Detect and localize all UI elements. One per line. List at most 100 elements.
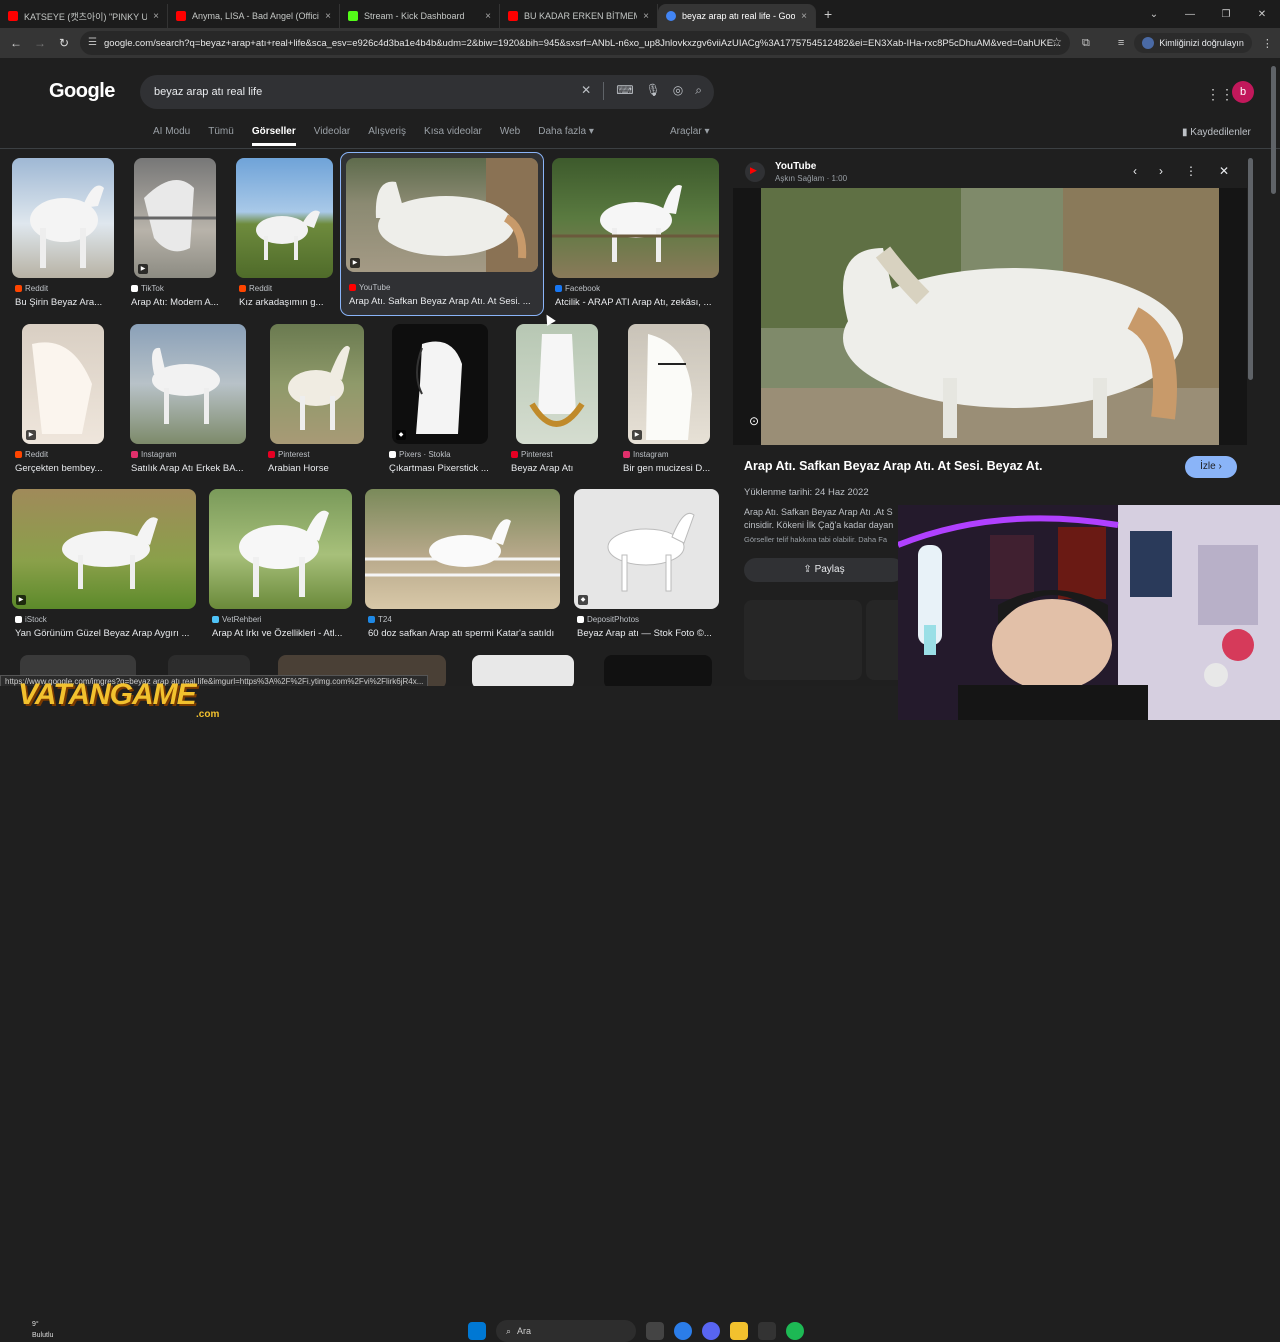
app-icon[interactable] bbox=[758, 1322, 776, 1340]
maximize-icon[interactable]: ❐ bbox=[1208, 9, 1244, 20]
preview-image[interactable] bbox=[733, 188, 1247, 445]
site-info-icon[interactable]: ☰ bbox=[88, 37, 100, 49]
taskbar-search[interactable]: ⌕ Ara bbox=[496, 1320, 636, 1342]
search-input[interactable]: beyaz arap atı real life bbox=[154, 86, 262, 98]
file-explorer-icon[interactable] bbox=[730, 1322, 748, 1340]
result-thumbnail[interactable]: ▶ bbox=[22, 324, 104, 444]
result-thumbnail[interactable] bbox=[270, 324, 364, 444]
share-button[interactable]: ⇪ Paylaş bbox=[744, 558, 904, 582]
related-card[interactable] bbox=[744, 600, 862, 680]
reload-icon[interactable]: ↻ bbox=[52, 36, 76, 50]
windows-start-icon[interactable] bbox=[468, 1322, 486, 1340]
tab-all[interactable]: Tümü bbox=[208, 126, 234, 146]
preview-scrollbar[interactable] bbox=[1248, 158, 1253, 380]
image-result[interactable]: Instagram Satılık Arap Atı Erkek BA... bbox=[128, 324, 248, 476]
result-thumbnail[interactable] bbox=[236, 158, 333, 278]
clear-icon[interactable]: ✕ bbox=[581, 83, 591, 100]
visit-button[interactable]: İzle › bbox=[1185, 456, 1237, 478]
result-thumbnail[interactable]: ▶ bbox=[346, 158, 538, 272]
result-title[interactable]: Kız arkadaşımın g... bbox=[239, 297, 335, 308]
result-thumbnail[interactable] bbox=[12, 158, 114, 278]
result-thumbnail[interactable]: ◆ bbox=[574, 489, 719, 609]
result-title[interactable]: Çıkartması Pixerstick ... bbox=[389, 463, 493, 474]
chrome-icon[interactable] bbox=[674, 1322, 692, 1340]
tab-ai-mode[interactable]: AI Modu bbox=[153, 126, 190, 146]
image-result[interactable]: ◆ DepositPhotos Beyaz Arap atı — Stok Fo… bbox=[574, 489, 720, 641]
browser-tab-active[interactable]: beyaz arap atı real life - Google × bbox=[658, 4, 816, 28]
result-thumbnail[interactable]: ▶ bbox=[134, 158, 216, 278]
google-logo[interactable]: Google bbox=[49, 80, 115, 103]
bookmark-star-icon[interactable]: ☆ bbox=[1051, 35, 1062, 49]
image-result[interactable]: ▶ Reddit Gerçekten bembey... bbox=[12, 324, 114, 476]
keyboard-icon[interactable]: ⌨ bbox=[616, 83, 633, 100]
image-result[interactable]: ▶ Instagram Bir gen mucizesi D... bbox=[620, 324, 720, 476]
image-result[interactable]: VetRehberi Arap At Irkı ve Özellikleri -… bbox=[209, 489, 353, 641]
image-result[interactable]: ◆ Pixers · Stokla Çıkartması Pixerstick … bbox=[386, 324, 494, 476]
close-icon[interactable]: ✕ bbox=[1219, 164, 1229, 178]
extensions-icon[interactable]: ⧉ bbox=[1082, 37, 1090, 50]
page-scrollbar[interactable] bbox=[1271, 66, 1276, 194]
browser-tab[interactable]: BU KADAR ERKEN BİTMEMELİYDİ × bbox=[500, 4, 658, 28]
image-result-partial[interactable] bbox=[472, 655, 574, 689]
forward-icon[interactable]: → bbox=[28, 36, 52, 50]
result-title[interactable]: Arap At Irkı ve Özellikleri - Atl... bbox=[212, 628, 352, 639]
result-thumbnail[interactable] bbox=[130, 324, 246, 444]
new-tab-button[interactable]: + bbox=[816, 6, 840, 22]
tab-shopping[interactable]: Alışveriş bbox=[368, 126, 406, 146]
result-thumbnail[interactable] bbox=[552, 158, 719, 278]
close-icon[interactable]: × bbox=[643, 11, 649, 22]
result-title[interactable]: Arap Atı: Modern A... bbox=[131, 297, 223, 308]
profile-button[interactable]: Kimliğinizi doğrulayın bbox=[1134, 33, 1252, 53]
result-title[interactable]: Yan Görünüm Güzel Beyaz Arap Aygırı ... bbox=[15, 628, 197, 639]
tab-web[interactable]: Web bbox=[500, 126, 520, 146]
account-avatar[interactable]: b bbox=[1232, 81, 1254, 103]
microphone-icon[interactable]: 🎙 bbox=[646, 83, 661, 100]
image-result[interactable]: Reddit Bu Şirin Beyaz Ara... bbox=[12, 158, 115, 310]
image-result[interactable]: ▶ TikTok Arap Atı: Modern A... bbox=[128, 158, 222, 310]
weather-widget[interactable]: 9° Bulutlu bbox=[32, 1319, 53, 1341]
menu-icon[interactable]: ⋮ bbox=[1262, 37, 1273, 50]
result-title[interactable]: Beyaz Arap atı — Stok Foto ©... bbox=[577, 628, 719, 639]
close-icon[interactable]: × bbox=[325, 11, 331, 22]
spotify-icon[interactable] bbox=[786, 1322, 804, 1340]
image-result-partial[interactable] bbox=[604, 655, 712, 689]
result-title[interactable]: Bir gen mucizesi D... bbox=[623, 463, 719, 474]
image-result[interactable]: Reddit Kız arkadaşımın g... bbox=[236, 158, 334, 310]
browser-tab[interactable]: Stream - Kick Dashboard × bbox=[340, 4, 500, 28]
minimize-icon[interactable]: — bbox=[1172, 9, 1208, 20]
tab-more[interactable]: Daha fazla ▾ bbox=[538, 126, 594, 146]
image-result[interactable]: Pinterest Arabian Horse bbox=[265, 324, 367, 476]
result-title[interactable]: Atcilik - ARAP ATI Arap Atı, zekâsı, ... bbox=[555, 297, 719, 308]
chevron-left-icon[interactable]: ‹ bbox=[1133, 164, 1137, 178]
preview-source-name[interactable]: YouTube bbox=[775, 161, 816, 172]
browser-tab[interactable]: Anyma, LISA - Bad Angel (Offici × bbox=[168, 4, 340, 28]
result-title[interactable]: 60 doz safkan Arap atı spermi Katar'a sa… bbox=[368, 628, 562, 639]
tab-search-icon[interactable]: ⌄ bbox=[1136, 9, 1172, 20]
window-close-icon[interactable]: ✕ bbox=[1244, 9, 1280, 20]
tools-button[interactable]: Araçlar ▾ bbox=[670, 126, 709, 137]
chevron-right-icon[interactable]: › bbox=[1159, 164, 1163, 178]
more-vert-icon[interactable]: ⋮ bbox=[1185, 164, 1197, 178]
tab-images[interactable]: Görseller bbox=[251, 126, 296, 146]
result-thumbnail[interactable]: ▶ bbox=[628, 324, 710, 444]
image-result[interactable]: Facebook Atcilik - ARAP ATI Arap Atı, ze… bbox=[552, 158, 720, 310]
result-thumbnail[interactable]: ◆ bbox=[392, 324, 488, 444]
tab-short-videos[interactable]: Kısa videolar bbox=[424, 126, 482, 146]
discord-icon[interactable] bbox=[702, 1322, 720, 1340]
media-icon[interactable]: ≡ bbox=[1118, 37, 1124, 49]
google-lens-icon[interactable]: ⊙ bbox=[749, 414, 759, 428]
image-result[interactable]: Pinterest Beyaz Arap Atı bbox=[508, 324, 610, 476]
result-thumbnail[interactable] bbox=[516, 324, 598, 444]
search-icon[interactable]: ⌕ bbox=[695, 83, 702, 100]
result-title[interactable]: Beyaz Arap Atı bbox=[511, 463, 611, 474]
image-result[interactable]: T24 60 doz safkan Arap atı spermi Katar'… bbox=[365, 489, 561, 641]
browser-tab[interactable]: KATSEYE (캣츠아이) "PINKY UP" × bbox=[0, 4, 168, 28]
tab-videos[interactable]: Videolar bbox=[314, 126, 351, 146]
result-title[interactable]: Bu Şirin Beyaz Ara... bbox=[15, 297, 113, 308]
image-result[interactable]: ▶ iStock Yan Görünüm Güzel Beyaz Arap Ay… bbox=[12, 489, 198, 641]
search-box[interactable]: beyaz arap atı real life ✕ ⌨ 🎙 ◎ ⌕ bbox=[140, 75, 714, 109]
address-bar[interactable]: ☰ google.com/search?q=beyaz+arap+atı+rea… bbox=[80, 31, 1070, 55]
close-icon[interactable]: × bbox=[153, 11, 159, 22]
camera-search-icon[interactable]: ◎ bbox=[673, 83, 683, 100]
result-thumbnail[interactable] bbox=[365, 489, 560, 609]
